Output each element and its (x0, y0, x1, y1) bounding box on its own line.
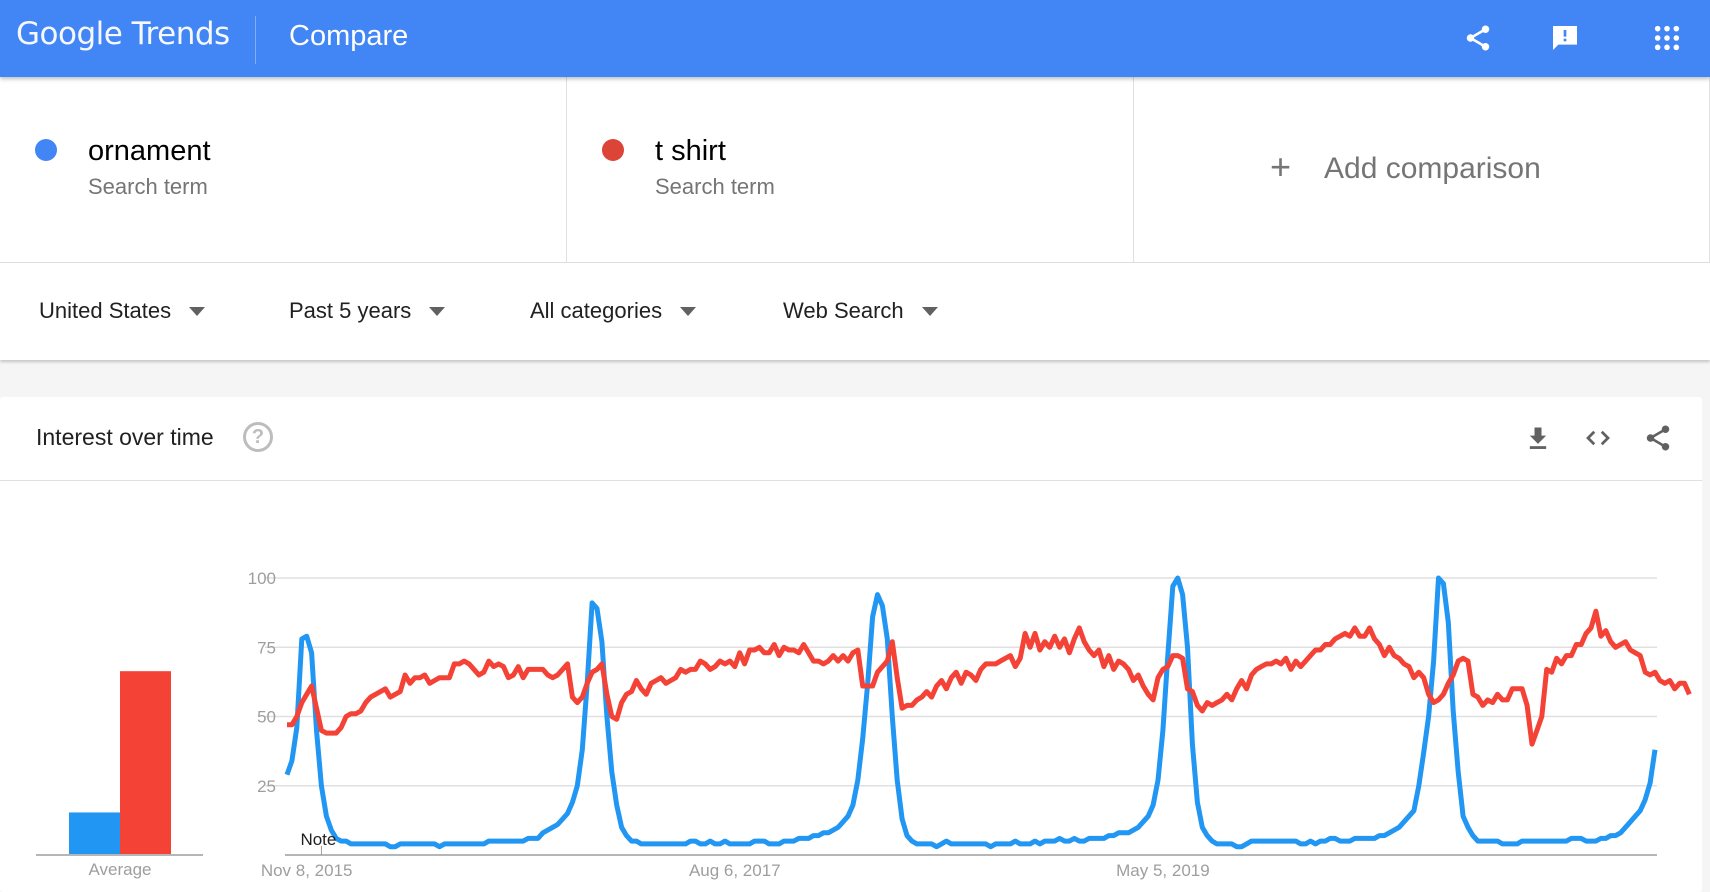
caret-down-icon (680, 306, 697, 316)
term-name: t shirt (655, 135, 726, 167)
category-dropdown[interactable]: All categories (530, 298, 697, 324)
download-csv-button[interactable] (1521, 421, 1555, 455)
search-term-ornament[interactable]: ornament Search term (0, 77, 567, 263)
region-dropdown[interactable]: United States (39, 298, 206, 324)
top-app-bar: Google Trends Compare (0, 0, 1710, 77)
feedback-button[interactable] (1545, 18, 1585, 58)
term-subtitle: Search term (655, 174, 775, 199)
search-terms-bar: ornament Search term t shirt Search term… (0, 77, 1710, 263)
caret-down-icon (189, 306, 206, 316)
help-icon[interactable]: ? (243, 422, 273, 452)
search-term-t-shirt[interactable]: t shirt Search term (567, 77, 1134, 263)
term-color-dot (35, 139, 57, 161)
region-value: United States (39, 298, 172, 323)
plus-icon: + (1270, 146, 1292, 187)
term-name: ornament (88, 135, 211, 167)
add-comparison-button[interactable]: + Add comparison (1134, 77, 1710, 263)
category-value: All categories (530, 298, 663, 323)
time-range-value: Past 5 years (289, 298, 412, 323)
interest-over-time-card: Interest over time ? (0, 397, 1702, 892)
term-color-dot (602, 139, 624, 161)
caret-down-icon (429, 306, 446, 316)
share-icon (1466, 25, 1490, 51)
add-comparison-label: Add comparison (1324, 152, 1541, 185)
card-title: Interest over time (36, 424, 214, 450)
download-icon (1529, 427, 1547, 449)
share-button[interactable] (1458, 18, 1498, 58)
share-chart-button[interactable] (1641, 421, 1675, 455)
caret-down-icon (921, 306, 938, 316)
share-icon (1646, 425, 1670, 451)
term-subtitle: Search term (88, 174, 208, 199)
google-trends-logo[interactable]: Google Trends (16, 16, 230, 52)
search-property-value: Web Search (783, 298, 904, 323)
embed-button[interactable] (1581, 421, 1615, 455)
header-divider (255, 16, 256, 64)
filter-bar: United States Past 5 years All categorie… (0, 263, 1710, 360)
apps-button[interactable] (1647, 18, 1687, 58)
page-title: Compare (289, 20, 409, 52)
search-property-dropdown[interactable]: Web Search (783, 298, 938, 324)
apps-icon (1654, 25, 1680, 51)
card-header: Interest over time ? (0, 397, 1702, 481)
time-range-dropdown[interactable]: Past 5 years (289, 298, 446, 324)
feedback-icon (1553, 26, 1577, 50)
embed-icon (1586, 430, 1610, 446)
